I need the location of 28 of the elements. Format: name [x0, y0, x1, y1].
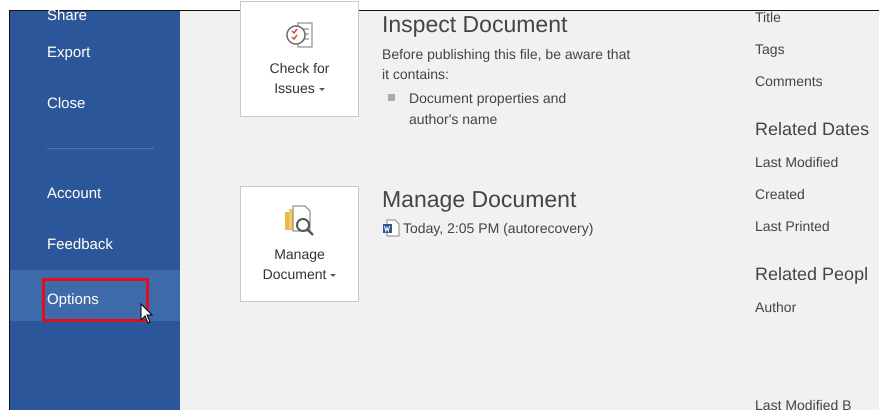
property-label: Last Modified	[755, 154, 838, 170]
bullet-text: Document properties and author's name	[409, 89, 568, 129]
menu-item[interactable]: Close	[42, 82, 92, 125]
caret-icon	[318, 88, 325, 91]
property-label: Last Printed	[755, 218, 830, 234]
menu-item[interactable]: Feedback	[42, 223, 120, 266]
property-label: Author	[755, 299, 796, 315]
section-heading: Inspect Document	[382, 11, 568, 38]
menu-item[interactable]: Options	[42, 278, 149, 322]
tile-button[interactable]: Manage Document	[240, 186, 359, 302]
caret-icon	[330, 274, 336, 277]
menu-item[interactable]: Export	[42, 31, 98, 74]
property-label: Comments	[755, 73, 823, 89]
property-label: Title	[755, 11, 781, 25]
property-label: Last Modified B	[755, 397, 852, 410]
cursor-icon	[140, 303, 154, 325]
property-label: Tags	[755, 41, 785, 57]
property-label: Created	[755, 186, 805, 202]
description-text: Before publishing this file, be aware that it contains:	[382, 45, 632, 84]
section-heading: Manage Document	[382, 186, 578, 213]
word-document-icon	[382, 219, 400, 237]
tile-button[interactable]: Check for Issues	[240, 1, 359, 117]
group-heading: Related Peopl	[755, 263, 870, 286]
bullet-icon	[388, 94, 395, 101]
version-link[interactable]: Today, 2:05 PM (autorecovery)	[403, 220, 594, 236]
menu-item[interactable]: Account	[42, 172, 108, 215]
menu-item[interactable]: Share	[42, 0, 94, 27]
group-heading: Related Dates	[755, 118, 870, 141]
